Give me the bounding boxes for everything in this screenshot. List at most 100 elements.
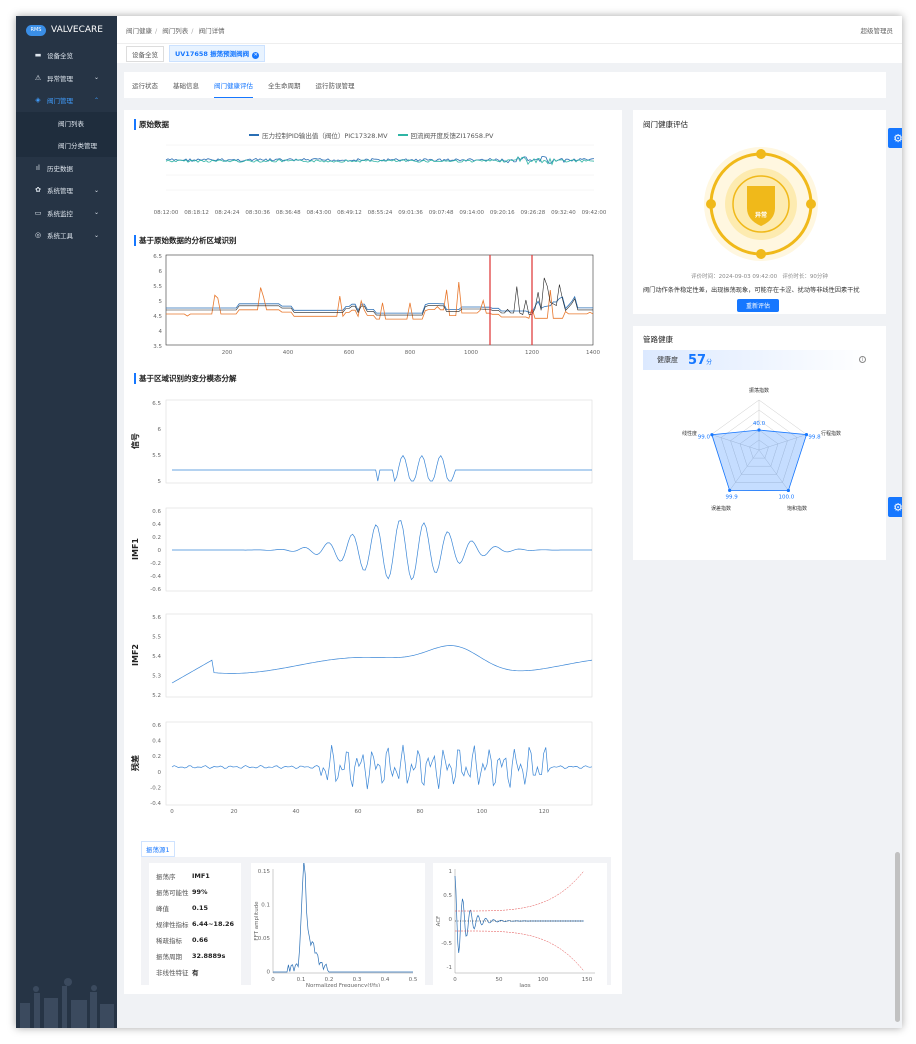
health-description: 阀门动作条件稳定性差，出现振荡现象，可能存在卡涩、扰动等非线性因素干扰 [643,287,860,294]
sidebar-item-anomaly[interactable]: ⚠ 异常管理 ⌄ [16,67,117,90]
fft-x-tick: 0.4 [381,977,390,983]
raw-x-tick: 09:26:28 [521,210,546,216]
tab-basic[interactable]: 基础信息 [173,72,199,98]
fft-y-tick: 0.15 [258,869,271,875]
radar-point[interactable] [757,428,761,432]
tab-misop[interactable]: 运行防误管理 [316,72,355,98]
acf-x-label: lags [519,983,530,987]
tool-icon: ◎ [34,231,42,240]
tab-lifecycle[interactable]: 全生命周期 [268,72,301,98]
reassess-button[interactable]: 重新评估 [737,299,779,312]
fft-x-tick: 0 [271,977,275,983]
decomp-y-tick: 5.2 [152,693,161,699]
chart-icon: ıl [36,163,40,172]
info-value: 有 [191,969,199,977]
tab-status[interactable]: 运行状态 [132,72,158,98]
sidebar-item-label: 异常管理 [47,74,73,83]
info-row: 规律性指标 6.44~18.26 [156,917,234,931]
sidebar-item-label: 阀门分类管理 [58,142,97,151]
radar-value-label: 99.0 [698,435,711,441]
info-value: 0.15 [191,904,208,912]
sidebar-item-monitor[interactable]: ▭ 系统监控 ⌄ [16,202,117,225]
settings-gear-icon[interactable]: ⚙ [888,497,902,517]
raw-x-tick: 09:32:40 [551,210,576,216]
decomp-x-tick: 40 [293,809,300,815]
fft-y-label: FFT amplitude [254,901,260,941]
chevron-down-icon: ⌄ [93,231,99,239]
raw-x-tick: 09:07:48 [429,210,454,216]
decomp-panel: 残差 0.6 0.4 0.2 0 -0.2 -0.4 [130,721,593,807]
decomp-x-tick: 0 [170,809,174,815]
health-duration: 评价时长：90分钟 [782,274,828,280]
radar-value-label: 99.9 [726,494,739,500]
sidebar-item-valve[interactable]: ◈ 阀门管理 ⌃ [16,89,117,112]
decomp-panel-frame [165,721,593,806]
health-card: 阀门健康评估 异常 评价时间：2024-09-03 09:42:00 评价时长：… [633,110,886,314]
breadcrumb-item[interactable]: 阀门列表 [162,27,188,35]
settings-gear-icon[interactable]: ⚙ [888,128,902,148]
sidebar-item-valve-category[interactable]: 阀门分类管理 [16,134,117,157]
tag-overview[interactable]: 设备全览 [126,45,164,62]
tab-health[interactable]: 阀门健康评估 [214,72,253,98]
raw-x-tick: 08:30:36 [245,210,270,216]
decomp-y-tick: 0.4 [152,739,161,745]
raw-x-tick: 08:12:00 [154,210,179,216]
radar-point[interactable] [710,433,714,437]
info-row: 振荡序 IMF1 [156,869,234,883]
oscillation-tab[interactable]: 振荡源1 [141,841,175,857]
info-label: 振荡序 [156,873,176,881]
legend-item-mv[interactable]: 压力控制PID输出值（阀位）PIC17328.MV [249,130,388,140]
section-title-decomp: 基于区域识别的变分模态分解 [134,373,237,384]
close-icon[interactable]: ✕ [252,52,260,59]
info-row: 非线性特征有 [156,965,234,979]
tag-valve[interactable]: UV17658 振荡预测阀阀 ✕ [169,45,266,62]
decomp-panel-label: IMF1 [131,538,140,560]
pipe-health-card: 管路健康 健康度 57分 i 振荡指数 40.0 行程指数 99.8 饱和指数 100.0… [633,326,886,560]
decomp-x-tick: 80 [417,809,424,815]
info-row: 峰值 0.15 [156,901,234,915]
sidebar-item-system[interactable]: ✿ 系统管理 ⌄ [16,179,117,202]
raw-x-tick: 08:55:24 [368,210,393,216]
sidebar-item-tools[interactable]: ◎ 系统工具 ⌄ [16,224,117,247]
scrollbar[interactable] [895,852,900,1022]
legend-item-pv[interactable]: 回流阀开度反馈ZI17658.PV [397,130,494,140]
pipe-title: 管路健康 [643,335,673,344]
decomp-x-tick: 120 [539,809,550,815]
sidebar-item-valve-list[interactable]: 阀门列表 [16,112,117,135]
info-icon[interactable]: i [859,356,866,363]
radar-point[interactable] [728,488,732,493]
acf-y-tick: -1 [447,965,452,971]
raw-x-tick: 08:24:24 [215,210,240,216]
decomp-y-tick: 0.2 [152,754,161,760]
fft-x-tick: 0.5 [409,977,418,983]
sidebar-item-overview[interactable]: ▬ 设备全览 [16,44,117,67]
decomp-panel: 信号 6.5 6 5.5 5 [130,399,593,485]
info-value: 0.66 [191,936,208,944]
sidebar-item-label: 历史数据 [47,164,73,173]
radar-point[interactable] [786,488,790,493]
sidebar-item-label: 系统工具 [47,232,73,241]
user-menu[interactable]: 超级管理员 [861,25,894,35]
fft-series [273,863,413,973]
acf-y-label: ACF [436,916,442,927]
raw-x-tick: 08:43:00 [307,210,332,216]
monitor-icon: ▭ [34,208,42,217]
raw-series-mv [165,155,595,164]
fft-y-tick: 0 [267,970,271,976]
health-badge: 异常 [754,212,767,219]
warning-icon: ⚠ [34,73,42,82]
legend-label: 回流阀开度反馈ZI17658.PV [410,132,494,140]
decomp-y-tick: 0.6 [152,723,161,729]
raw-x-tick: 08:18:12 [184,210,209,216]
radar-value-label: 100.0 [779,494,795,500]
acf-x-tick: 150 [582,977,593,983]
fft-chart: 0.150.10.0500 0.1 0.2 0.3 0.4 0.5Normalized F… [251,863,425,987]
radar-axis-label: 行程指数 [821,430,841,437]
acf-series [454,875,584,953]
sidebar-item-history[interactable]: ıl 历史数据 [16,157,117,180]
decomp-y-tick: 6 [158,427,162,433]
breadcrumb-item[interactable]: 阀门健康 [126,27,152,35]
fft-x-label: Normalized Frequency(f/fs) [306,983,380,987]
radar-axis-label: 饱和指数 [787,505,807,512]
decomp-x-tick: 100 [477,809,488,815]
